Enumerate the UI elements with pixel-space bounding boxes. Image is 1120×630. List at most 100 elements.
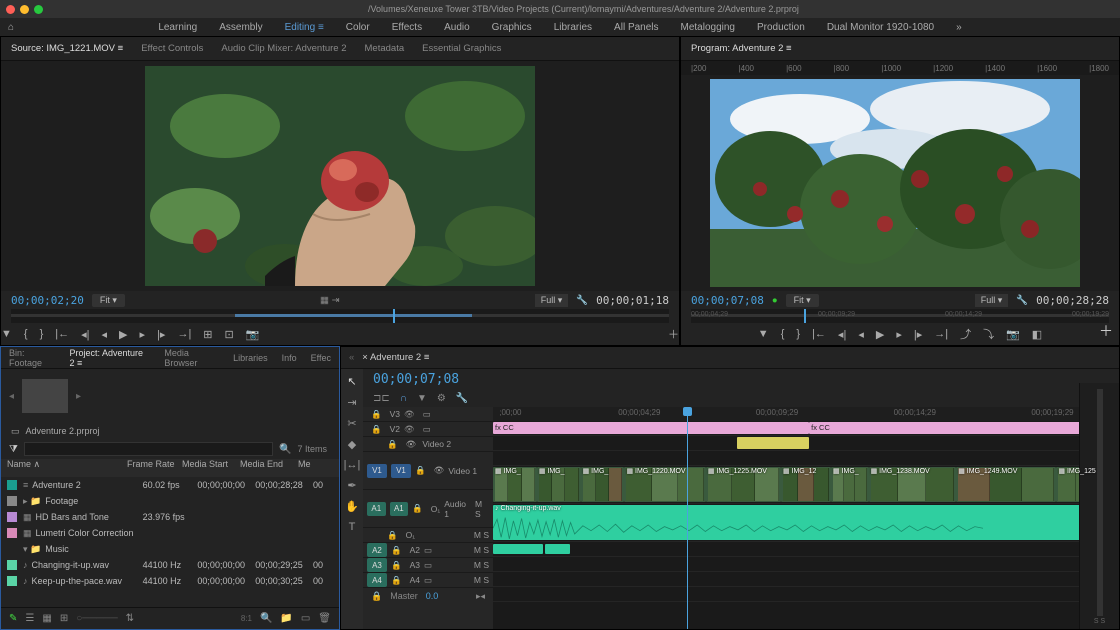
list-item[interactable]: ≡Adventure 260.02 fps00;00;00;0000;00;28… (1, 477, 339, 493)
button-editor-icon[interactable]: ＋ (1099, 321, 1113, 341)
video-clip[interactable]: ▦ IMG_1249.MOV (956, 467, 1056, 502)
list-item[interactable]: ▦Lumetri Color Correction (1, 525, 339, 541)
audio-clip[interactable] (493, 544, 543, 554)
source-in-timecode[interactable]: 00;00;02;20 (11, 294, 84, 307)
step-fwd-icon[interactable]: |▸ (157, 328, 165, 341)
ws-effects[interactable]: Effects (392, 22, 422, 33)
icon-view-icon[interactable]: ▦ (42, 613, 51, 624)
source-quality[interactable]: Full ▾ (535, 294, 569, 307)
tab-audio-clip-mixer[interactable]: Audio Clip Mixer: Adventure 2 (221, 43, 346, 54)
freeform-view-icon[interactable]: ⊞ (60, 613, 68, 624)
ws-color[interactable]: Color (346, 22, 370, 33)
ws-allpanels[interactable]: All Panels (614, 22, 658, 33)
pen-tool-icon[interactable]: ✒ (347, 479, 356, 492)
go-out-icon[interactable]: →| (934, 328, 948, 340)
list-item[interactable]: ♪Changing-it-up.wav44100 Hz00;00;00;0000… (1, 557, 339, 573)
tab-media-browser[interactable]: Media Browser (164, 348, 219, 368)
list-item[interactable]: ▾ 📁Music (1, 541, 339, 557)
v1-target[interactable]: V1 (391, 464, 411, 478)
program-in-timecode[interactable]: 00;00;07;08 (691, 294, 764, 307)
video-clip[interactable]: ▦ IMG_ (831, 467, 869, 502)
minimize-window-button[interactable] (20, 5, 29, 14)
tab-essential-graphics[interactable]: Essential Graphics (422, 43, 501, 54)
wrench-icon[interactable]: 🔧 (1016, 295, 1028, 306)
cc-clip[interactable]: fx CC (809, 422, 1116, 434)
video-clip[interactable]: ▦ IMG_1238.MOV (869, 467, 957, 502)
find-icon[interactable]: 🔍 (260, 613, 272, 624)
wrench-icon[interactable]: 🔧 (456, 393, 468, 404)
selection-tool-icon[interactable]: ↖ (347, 375, 356, 388)
insert-icon[interactable]: ⊞ (203, 328, 212, 341)
a1-target[interactable]: A1 (390, 502, 409, 516)
frame-fwd-icon[interactable]: ▸ (896, 328, 902, 341)
video-clip[interactable]: ▦ IMG_1220.MOV (624, 467, 705, 502)
go-in-icon[interactable]: |← (812, 328, 826, 340)
slip-tool-icon[interactable]: |↔| (344, 459, 361, 471)
step-fwd-icon[interactable]: |▸ (914, 328, 922, 341)
export-frame-icon[interactable]: 📷 (246, 328, 260, 341)
hand-tool-icon[interactable]: ✋ (345, 500, 359, 513)
home-icon[interactable]: ⌂ (8, 22, 14, 33)
video-clip[interactable]: ▦ IMG_ (581, 467, 625, 502)
ws-production[interactable]: Production (757, 22, 805, 33)
step-back-icon[interactable]: ◂| (81, 328, 89, 341)
mark-in-icon[interactable]: { (24, 328, 28, 340)
video-clip[interactable]: ▦ IMG_ (537, 467, 581, 502)
ws-overflow-icon[interactable]: » (956, 22, 962, 33)
audio-clip[interactable]: ♪ Changing-it-up.wav (493, 505, 1113, 540)
tab-info[interactable]: Info (282, 353, 297, 363)
ws-graphics[interactable]: Graphics (492, 22, 532, 33)
timeline-ruler[interactable]: ;00;00 00;00;04;29 00;00;09;29 00;00;14;… (493, 407, 1119, 421)
sort-icon[interactable]: ⇅ (126, 613, 134, 624)
tab-timeline[interactable]: × Adventure 2 ≡ (362, 352, 429, 363)
go-in-icon[interactable]: |← (55, 328, 69, 340)
snap-icon[interactable]: ⊐⊏ (373, 393, 390, 404)
razor-tool-icon[interactable]: ◆ (348, 438, 356, 451)
project-thumbnail[interactable] (22, 379, 68, 413)
ws-metalogging[interactable]: Metalogging (681, 22, 735, 33)
track-select-tool-icon[interactable]: ⇥ (347, 396, 356, 409)
timeline-timecode[interactable]: 00;00;07;08 (373, 372, 459, 387)
a1-source-patch[interactable]: A1 (367, 502, 386, 516)
ripple-tool-icon[interactable]: ✂ (347, 417, 356, 430)
program-zoom-fit[interactable]: Fit ▾ (786, 294, 819, 307)
ws-libraries[interactable]: Libraries (554, 22, 592, 33)
overwrite-icon[interactable]: ⊡ (225, 328, 234, 341)
tab-effects[interactable]: Effec (311, 353, 331, 363)
frame-back-icon[interactable]: ◂ (102, 328, 108, 341)
tab-metadata[interactable]: Metadata (365, 43, 405, 54)
new-bin-icon[interactable]: 📁 (280, 613, 292, 624)
type-tool-icon[interactable]: T (349, 521, 356, 533)
search-icon[interactable]: 🔍 (279, 444, 291, 455)
list-item[interactable]: ▦HD Bars and Tone23.976 fps (1, 509, 339, 525)
button-editor-icon[interactable]: ＋ (668, 326, 679, 342)
play-icon[interactable]: ▶ (119, 328, 127, 341)
go-out-icon[interactable]: →| (177, 328, 191, 340)
list-view-icon[interactable]: ☰ (25, 613, 34, 624)
ws-assembly[interactable]: Assembly (219, 22, 262, 33)
frame-back-icon[interactable]: ◂ (858, 328, 864, 341)
video-clip[interactable]: ▦ IMG_12 (781, 467, 831, 502)
tab-bin[interactable]: Bin: Footage (9, 348, 56, 368)
add-marker-icon[interactable]: ▼ (1, 328, 12, 340)
search-input[interactable] (24, 442, 273, 456)
traffic-lights[interactable] (6, 5, 43, 14)
list-item[interactable]: ▸ 📁Footage (1, 493, 339, 509)
project-list-header[interactable]: Name ∧ Frame Rate Media Start Media End … (1, 459, 339, 477)
ws-editing[interactable]: Editing ≡ (285, 22, 324, 33)
tab-effect-controls[interactable]: Effect Controls (141, 43, 203, 54)
mark-out-icon[interactable]: } (796, 328, 800, 340)
ws-dualmonitor[interactable]: Dual Monitor 1920-1080 (827, 22, 934, 33)
source-zoom-fit[interactable]: Fit ▾ (92, 294, 125, 307)
new-item-icon[interactable]: ▭ (301, 613, 310, 624)
wrench-icon[interactable]: 🔧 (576, 295, 588, 306)
tab-source[interactable]: Source: IMG_1221.MOV ≡ (11, 43, 123, 54)
marker-icon[interactable]: ▼ (417, 393, 427, 404)
adjustment-clip[interactable] (737, 437, 809, 449)
mark-in-icon[interactable]: { (781, 328, 785, 340)
tab-libraries[interactable]: Libraries (233, 353, 268, 363)
v1-source-patch[interactable]: V1 (367, 464, 387, 478)
ws-learning[interactable]: Learning (158, 22, 197, 33)
export-frame-icon[interactable]: 📷 (1006, 328, 1020, 341)
program-scrubber[interactable]: 00;00;04;2900;00;09;29 00;00;14;2900;00;… (691, 309, 1109, 323)
